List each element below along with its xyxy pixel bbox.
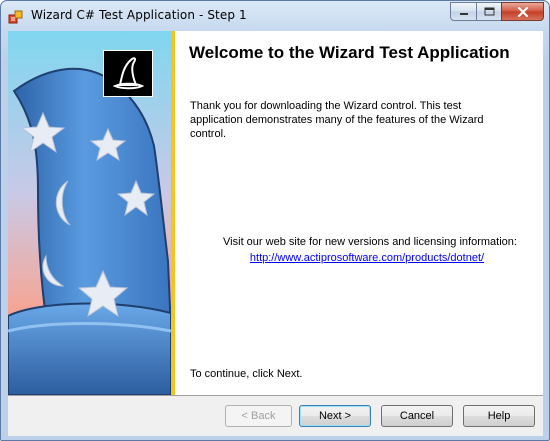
wizard-hat-icon (103, 50, 153, 97)
window-title: Wizard C# Test Application - Step 1 (31, 8, 247, 22)
close-button[interactable] (501, 2, 544, 21)
maximize-icon (484, 7, 494, 16)
title-bar[interactable]: Wizard C# Test Application - Step 1 (1, 1, 549, 31)
visit-text: Visit our web site for new versions and … (223, 236, 517, 248)
banner-panel (8, 31, 171, 395)
next-button[interactable]: Next > (299, 405, 371, 427)
cancel-button[interactable]: Cancel (381, 405, 453, 427)
intro-text: Thank you for downloading the Wizard con… (190, 100, 484, 140)
wizard-window: Wizard C# Test Application - Step 1 Welc… (0, 0, 550, 441)
close-icon (517, 6, 528, 17)
website-link[interactable]: http://www.actiprosoftware.com/products/… (250, 252, 484, 264)
minimize-icon (459, 12, 468, 15)
content-panel: Welcome to the Wizard Test Application T… (175, 31, 543, 395)
caption-buttons (450, 2, 544, 22)
back-button[interactable]: < Back (225, 405, 292, 427)
website-link-row: http://www.actiprosoftware.com/products/… (175, 252, 543, 264)
maximize-button[interactable] (476, 2, 501, 21)
button-bar: < Back Next > Cancel Help (8, 395, 543, 436)
continue-text: To continue, click Next. (190, 368, 303, 380)
client-area: Welcome to the Wizard Test Application T… (8, 31, 543, 436)
wizard-app-icon (8, 10, 23, 24)
help-button[interactable]: Help (463, 405, 535, 427)
visit-text-row: Visit our web site for new versions and … (175, 236, 543, 248)
page-title: Welcome to the Wizard Test Application (189, 43, 510, 62)
minimize-button[interactable] (450, 2, 476, 21)
